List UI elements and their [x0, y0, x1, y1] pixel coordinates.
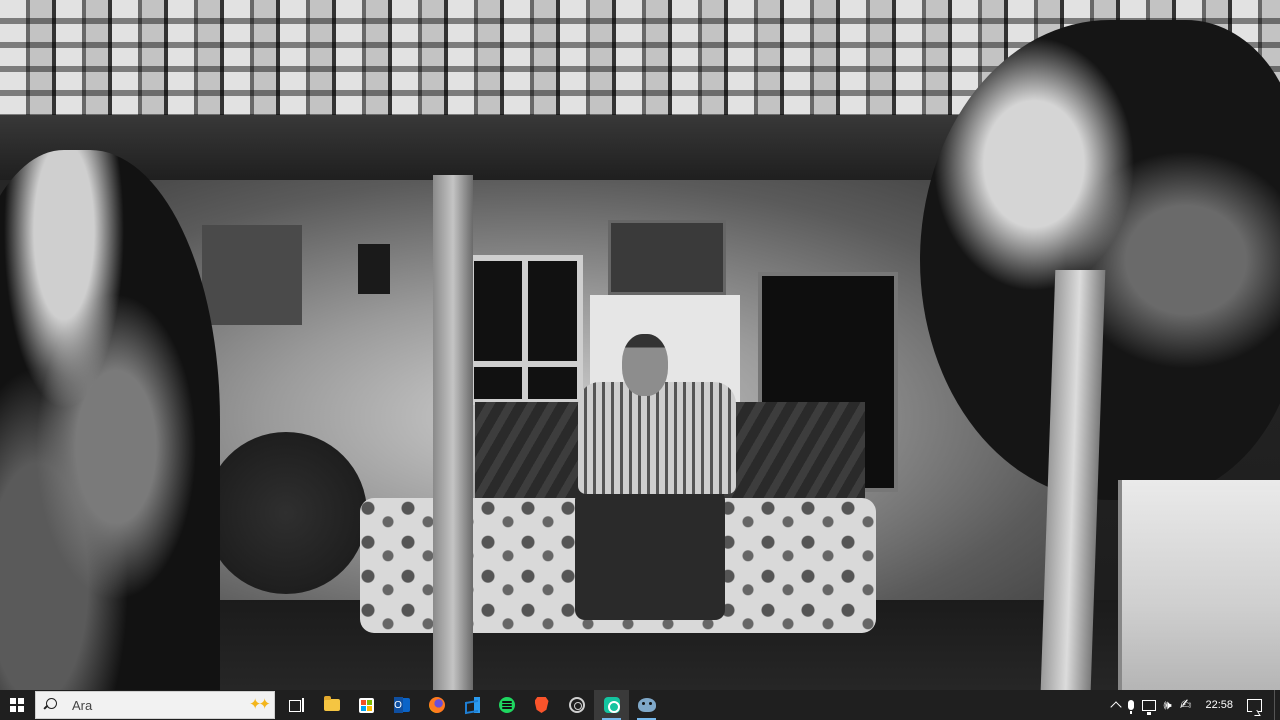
pen-icon: ✍ — [1179, 697, 1192, 713]
wallpaper-person-head — [622, 334, 668, 396]
mic-icon — [1127, 700, 1134, 714]
taskbar-app-store[interactable] — [349, 690, 384, 720]
sparkle-icon[interactable]: ✦✦ — [249, 695, 271, 713]
task-view-button[interactable] — [279, 690, 314, 720]
wallpaper-niche-small — [358, 244, 390, 294]
taskbar-apps — [279, 690, 664, 720]
taskbar-app-outlook[interactable] — [384, 690, 419, 720]
task-view-icon — [288, 698, 305, 712]
wallpaper-post-left — [433, 175, 473, 690]
tray-network[interactable] — [1138, 690, 1160, 720]
wallpaper-niche — [202, 225, 302, 325]
taskbar-app-brave[interactable] — [524, 690, 559, 720]
taskbar-app-spotify[interactable] — [489, 690, 524, 720]
brave-icon — [534, 697, 549, 713]
taskbar-app-vscode[interactable] — [454, 690, 489, 720]
chrome-icon — [568, 697, 585, 713]
taskbar-search[interactable]: ✦✦ — [35, 691, 275, 719]
wallpaper-person-torso — [578, 382, 736, 494]
wallpaper-plant-right — [920, 20, 1280, 500]
tray-volume[interactable]: 🕪 — [1160, 690, 1176, 720]
cat-icon — [637, 698, 656, 712]
green-app-icon — [603, 697, 620, 713]
desktop-wallpaper — [0, 0, 1280, 690]
search-icon — [44, 698, 58, 712]
wallpaper-wheel — [205, 432, 367, 594]
outlook-icon — [393, 697, 410, 713]
store-icon — [359, 697, 374, 713]
wallpaper-framed-picture — [608, 220, 726, 295]
taskbar-app-firefox[interactable] — [419, 690, 454, 720]
firefox-icon — [428, 697, 445, 713]
taskbar-app-cat[interactable] — [629, 690, 664, 720]
taskbar-app-chrome[interactable] — [559, 690, 594, 720]
taskbar-app-green[interactable] — [594, 690, 629, 720]
wallpaper-window — [468, 255, 583, 405]
spotify-icon — [498, 697, 515, 713]
show-hidden-icons-button[interactable] — [1108, 690, 1124, 720]
taskbar-app-file-explorer[interactable] — [314, 690, 349, 720]
wallpaper-planter — [1118, 480, 1280, 690]
start-button[interactable] — [0, 690, 34, 720]
folder-icon — [323, 696, 340, 711]
vscode-icon — [464, 697, 480, 713]
taskbar: ✦✦ — [0, 690, 1280, 720]
chevron-up-icon — [1109, 701, 1122, 713]
tray-pen[interactable]: ✍ — [1176, 690, 1196, 720]
tray-notifications[interactable] — [1243, 690, 1266, 720]
wallpaper-beam — [0, 110, 1000, 180]
wallpaper-person-legs — [575, 490, 725, 620]
notification-icon — [1247, 698, 1262, 712]
windows-logo-icon — [10, 698, 24, 712]
taskbar-clock[interactable]: 22:58 — [1195, 699, 1243, 711]
volume-icon: 🕪 — [1163, 697, 1172, 713]
network-icon — [1141, 699, 1156, 715]
tray-microphone[interactable] — [1124, 690, 1138, 720]
show-desktop-button[interactable] — [1274, 690, 1280, 720]
system-tray: 🕪 ✍ 22:58 — [1108, 690, 1280, 720]
search-input[interactable] — [72, 697, 222, 713]
